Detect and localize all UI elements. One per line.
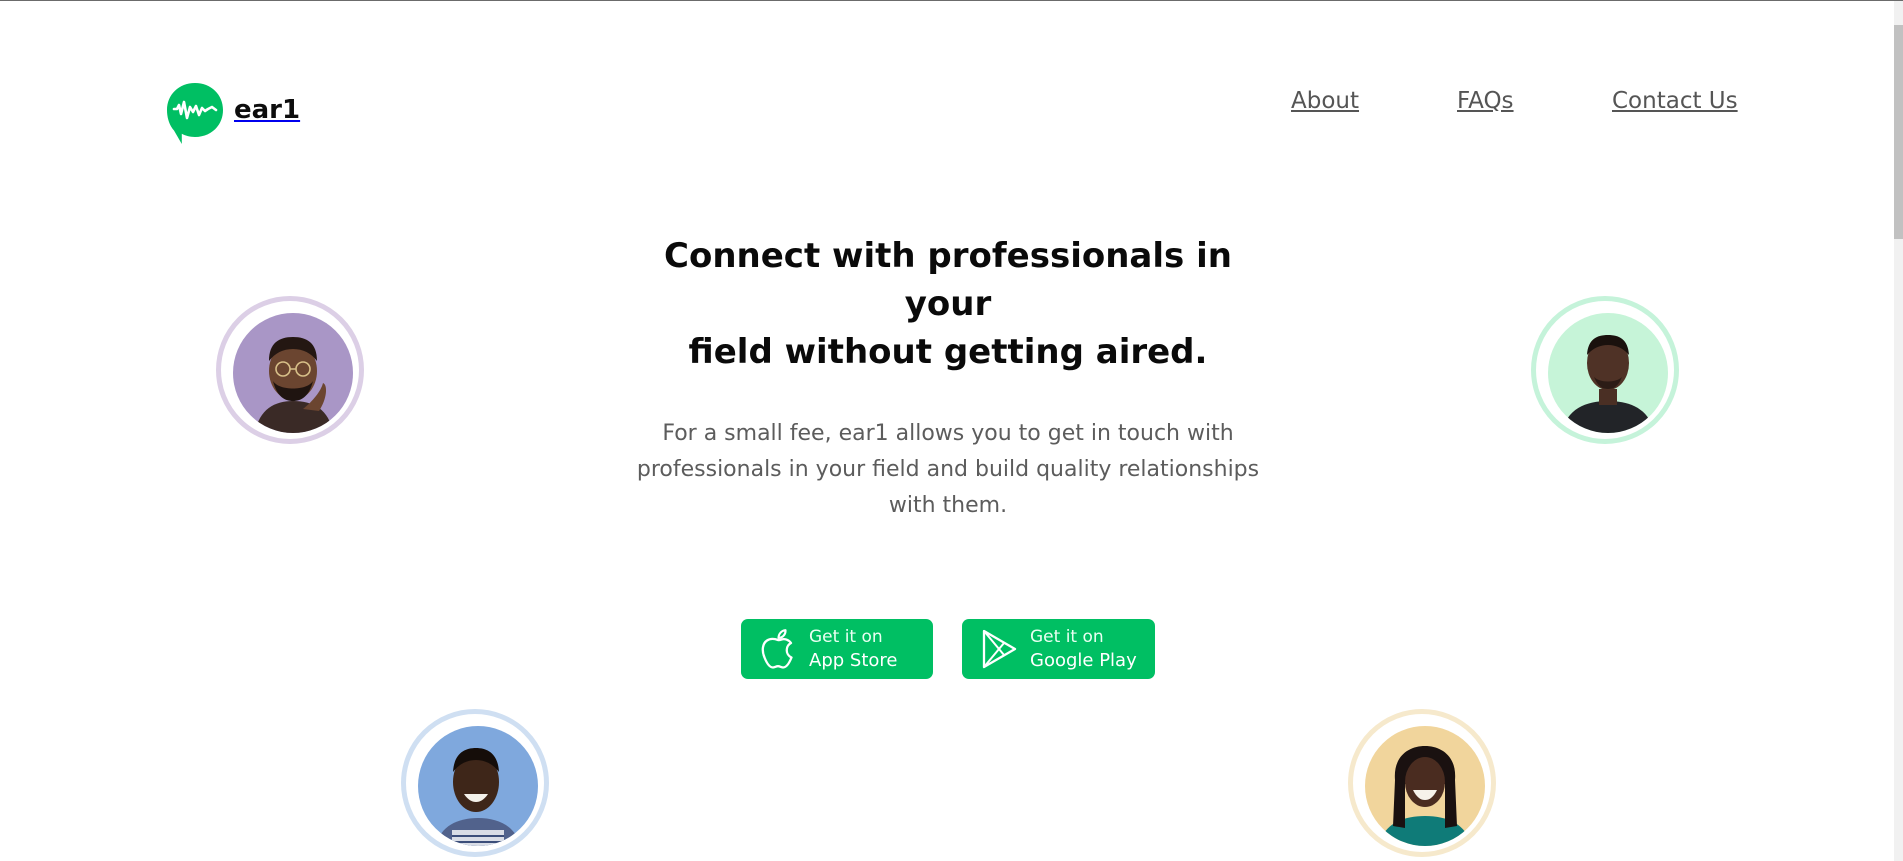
app-store-label: Get it on App Store [809, 625, 897, 673]
brand-name: ear1 [234, 94, 301, 125]
hero-subtext: For a small fee, ear1 allows you to get … [620, 416, 1276, 524]
google-play-button[interactable]: Get it on Google Play [962, 619, 1155, 679]
google-play-line1: Get it on [1030, 627, 1104, 647]
nav-contact-link[interactable]: Contact Us [1612, 88, 1738, 114]
app-store-button[interactable]: Get it on App Store [741, 619, 933, 679]
hero-headline-line2: field without getting aired. [688, 332, 1208, 372]
google-play-line2: Google Play [1030, 650, 1137, 671]
avatar-bottom-left [401, 709, 549, 857]
person-avatar-photo [418, 726, 538, 846]
scrollbar-thumb[interactable] [1894, 25, 1903, 239]
top-border [0, 0, 1903, 1]
apple-icon [761, 629, 793, 669]
avatar-top-right [1531, 296, 1679, 444]
hero-headline: Connect with professionals in your field… [631, 232, 1265, 376]
person-avatar-photo [1548, 313, 1668, 433]
page-scrollbar[interactable] [1894, 1, 1903, 861]
nav-about-link[interactable]: About [1291, 88, 1359, 114]
hero-subtext-line2: professionals in your field and build qu… [636, 457, 1260, 482]
avatar-top-left [216, 296, 364, 444]
hero-headline-line1: Connect with professionals in your [664, 236, 1232, 324]
person-avatar-photo [1365, 726, 1485, 846]
chat-bubble-soundwave-icon [167, 83, 223, 144]
hero-subtext-line3: with them. [888, 493, 1008, 518]
avatar-bottom-right [1348, 709, 1496, 857]
person-avatar-photo [233, 313, 353, 433]
google-play-label: Get it on Google Play [1030, 625, 1137, 673]
hero-subtext-line1: For a small fee, ear1 allows you to get … [662, 421, 1234, 446]
app-store-line2: App Store [809, 650, 898, 671]
brand-logo-link[interactable]: ear1 [166, 81, 300, 146]
play-store-icon [982, 629, 1017, 669]
app-store-line1: Get it on [809, 627, 883, 647]
nav-faqs-link[interactable]: FAQs [1457, 88, 1514, 114]
